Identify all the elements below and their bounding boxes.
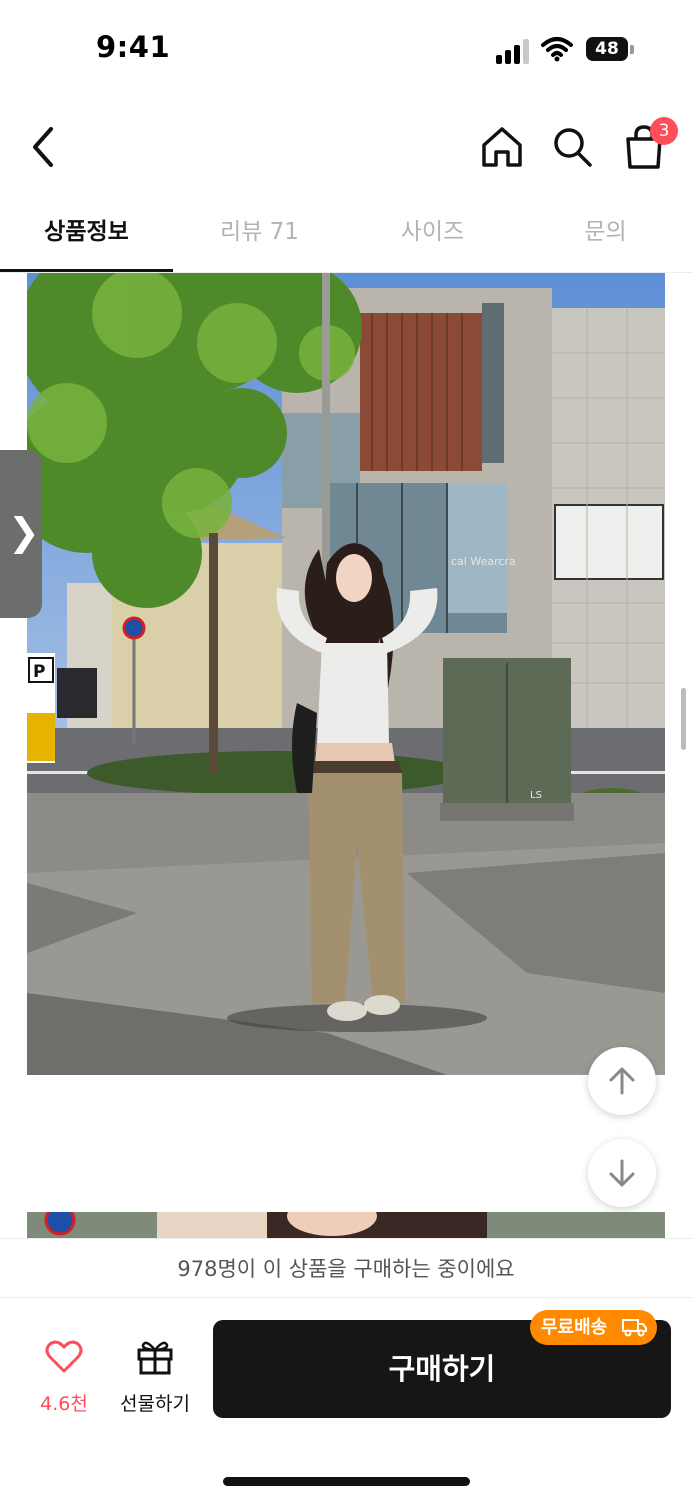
arrow-down-icon — [609, 1159, 635, 1187]
gift-icon — [137, 1341, 173, 1375]
status-time: 9:41 — [96, 30, 171, 64]
status-bar: 9:41 48 — [0, 0, 692, 100]
gift-button[interactable]: 선물하기 — [110, 1337, 200, 1417]
product-tabs: 상품정보 리뷰 71 사이즈 문의 — [0, 195, 692, 273]
tab-inquiry[interactable]: 문의 — [519, 195, 692, 271]
parking-sign-text: P — [33, 662, 45, 682]
delivery-truck-icon — [622, 1319, 647, 1337]
back-icon[interactable] — [24, 123, 64, 171]
product-photo: cal Wearcra P LS — [27, 273, 665, 1075]
wifi-icon — [541, 37, 573, 62]
chevron-right-icon: ❯ — [8, 510, 40, 554]
active-tab-indicator — [0, 269, 173, 272]
side-drawer-handle[interactable]: ❯ — [0, 450, 42, 618]
gift-label: 선물하기 — [120, 1393, 190, 1415]
top-nav — [0, 105, 692, 190]
like-count: 4.6천 — [40, 1393, 88, 1415]
scrollbar[interactable] — [681, 688, 686, 750]
buyers-notice: 978명이 이 상품을 구매하는 중이에요 — [0, 1238, 692, 1298]
store-sign-text: cal Wearcra — [451, 555, 516, 568]
arrow-up-icon — [609, 1067, 635, 1095]
tab-size[interactable]: 사이즈 — [346, 195, 519, 271]
tab-product-info[interactable]: 상품정보 — [0, 195, 173, 271]
tab-reviews[interactable]: 리뷰 71 — [173, 195, 346, 271]
cart-count-badge: 3 — [650, 117, 678, 145]
battery-tip — [630, 45, 634, 54]
battery-indicator: 48 — [586, 37, 628, 61]
scroll-down-button[interactable] — [588, 1139, 656, 1207]
second-product-photo — [27, 1212, 665, 1238]
like-button[interactable]: 4.6천 — [22, 1337, 106, 1417]
free-shipping-badge: 무료배송 — [530, 1310, 657, 1345]
bottom-action-bar: 4.6천 선물하기 구매하기 무료배송 — [0, 1299, 692, 1500]
scroll-up-button[interactable] — [588, 1047, 656, 1115]
search-icon[interactable] — [550, 123, 596, 171]
free-shipping-label: 무료배송 — [541, 1317, 608, 1338]
utility-box-text: LS — [530, 790, 542, 801]
heart-icon — [45, 1340, 83, 1373]
home-indicator — [223, 1477, 470, 1486]
home-icon[interactable] — [478, 123, 526, 171]
cellular-signal-icon — [496, 38, 532, 64]
